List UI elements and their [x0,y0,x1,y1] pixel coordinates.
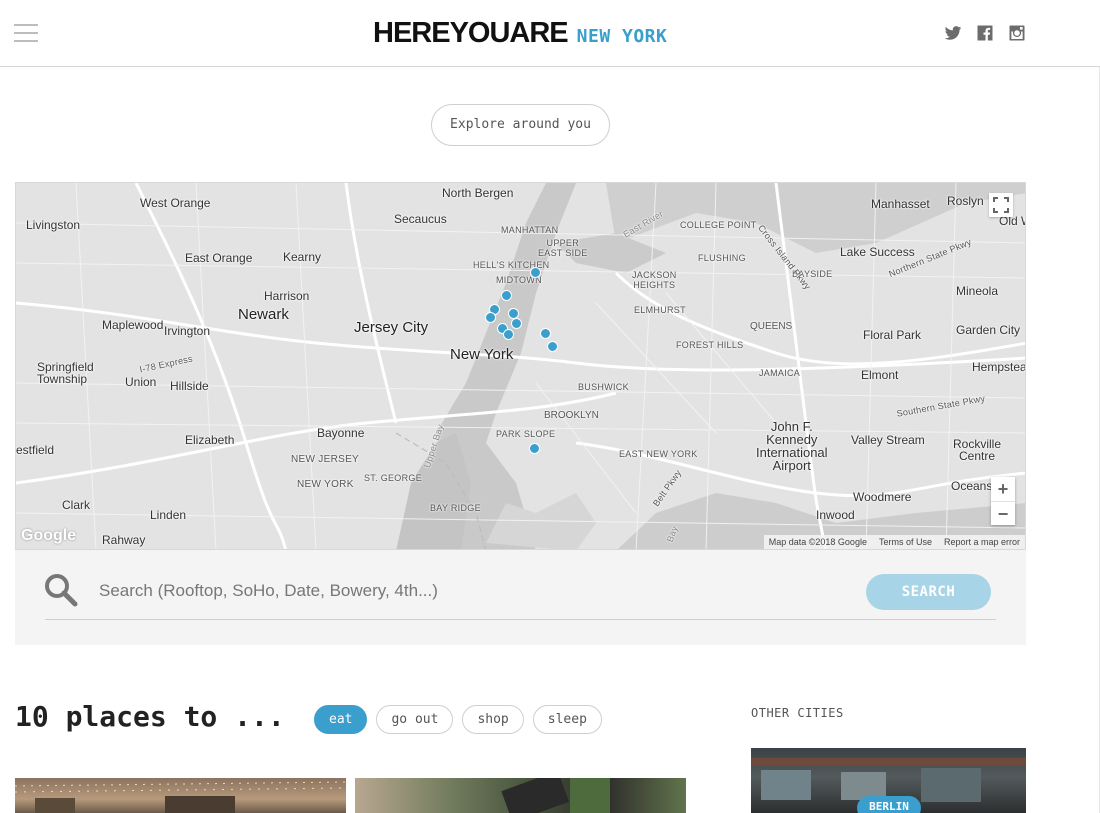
search-panel: SEARCH [15,550,1026,645]
map-label: Mineola [956,284,999,298]
site-header: HEREYOUARE NEW YORK [0,0,1100,67]
city-card-berlin[interactable]: BERLIN [751,748,1026,813]
map-label: Inwood [816,508,855,522]
map-label: PARK SLOPE [496,429,556,439]
place-marker[interactable] [547,341,558,352]
map-label: Lake Success [840,245,915,259]
map-label: Hillside [170,379,209,393]
map-label: BAY RIDGE [430,503,481,513]
map-label: BROOKLYN [544,410,599,421]
map-label: EAST NEW YORK [619,449,698,459]
map-label: New York [450,346,514,363]
place-marker[interactable] [485,312,496,323]
map-label: JACKSON HEIGHTS [632,270,677,290]
google-logo: Google [21,527,77,544]
place-marker[interactable] [503,329,514,340]
search-underline [45,619,996,620]
menu-icon[interactable] [14,24,38,44]
map-label: Livingston [26,218,81,232]
other-cities-heading: OTHER CITIES [751,706,844,720]
search-input[interactable] [99,576,839,606]
city-badge: BERLIN [857,796,921,813]
place-card[interactable] [355,778,686,813]
logo-city: NEW YORK [576,26,668,47]
instagram-icon[interactable] [1008,24,1026,42]
map-label: Manhasset [871,197,930,211]
map-label: North Bergen [442,186,514,200]
map-label: Elmont [861,368,899,382]
map-label: Bayonne [317,426,365,440]
map-label: Linden [150,508,187,522]
map-label: Floral Park [863,328,922,342]
map-label: Secaucus [394,212,447,226]
filter-eat[interactable]: eat [314,705,368,734]
map-label: NEW JERSEY [291,454,360,465]
map-label: Maplewood [102,318,164,332]
place-marker[interactable] [501,290,512,301]
map-label: FLUSHING [698,253,746,263]
map-label: West Orange [140,196,211,210]
place-card[interactable] [15,778,346,813]
map-label: Irvington [164,324,211,338]
logo-wordmark: HEREYOUARE [373,17,569,49]
map-label: Hempstea [972,360,1026,374]
map-attribution: Map data ©2018 Google Terms of Use Repor… [763,535,1025,549]
place-marker[interactable] [511,318,522,329]
terms-link[interactable]: Terms of Use [879,537,932,547]
twitter-icon[interactable] [944,24,962,42]
map-label: Woodmere [853,490,912,504]
zoom-in-button[interactable]: + [991,477,1015,501]
fullscreen-button[interactable] [989,193,1013,217]
map-label: Rockville Centre [953,437,1002,463]
place-marker[interactable] [530,267,541,278]
map-label: JAMAICA [759,368,801,378]
map-label: ST. GEORGE [364,473,423,483]
map-label: Newark [238,306,289,323]
map-label: QUEENS [750,321,793,332]
map-label: ELMHURST [634,305,686,315]
place-marker[interactable] [529,443,540,454]
map-label: Union [125,375,157,389]
map-label: Oceansi [951,479,996,493]
report-map-error-link[interactable]: Report a map error [944,537,1020,547]
map-label: Harrison [264,289,310,303]
map-data-credit: Map data ©2018 Google [768,537,867,547]
map-label: John F. Kennedy International Airport [756,419,828,473]
map-label: Roslyn [947,194,984,208]
map-label: Springfield Township [37,360,94,386]
filter-sleep[interactable]: sleep [532,705,602,734]
place-card-image [15,781,346,813]
facebook-icon[interactable] [976,24,994,42]
map-label: Kearny [283,250,322,264]
map-label: BUSHWICK [578,382,629,392]
map-label: Clark [62,498,91,512]
map-label: MANHATTAN [501,225,559,235]
place-card-image [501,778,610,813]
map-label: Rahway [102,533,146,547]
map-label: Garden City [956,323,1021,337]
map-label: NEW YORK [297,479,354,490]
map-label: Valley Stream [851,433,925,447]
search-icon [45,574,78,607]
social-links [944,24,1026,42]
map-label: COLLEGE POINT [680,220,757,230]
zoom-out-button[interactable]: − [991,501,1015,525]
fullscreen-icon [993,197,1009,213]
search-button[interactable]: SEARCH [866,574,991,610]
map-label: UPPER EAST SIDE [538,238,588,258]
zoom-controls: + − [991,477,1015,525]
filter-shop[interactable]: shop [462,705,524,734]
map[interactable]: North Bergen West Orange Secaucus Living… [15,182,1026,550]
place-marker[interactable] [540,328,551,339]
category-filters: eat go out shop sleep [314,705,602,734]
filter-go-out[interactable]: go out [376,705,454,734]
explore-around-button[interactable]: Explore around you [431,104,610,146]
map-label: estfield [16,443,55,457]
map-label: FOREST HILLS [676,340,744,350]
places-heading: 10 places to ... [15,700,285,733]
map-label: East Orange [185,251,253,265]
map-label: Jersey City [354,319,429,336]
site-logo[interactable]: HEREYOUARE NEW YORK [373,17,667,51]
map-label: Elizabeth [185,433,235,447]
